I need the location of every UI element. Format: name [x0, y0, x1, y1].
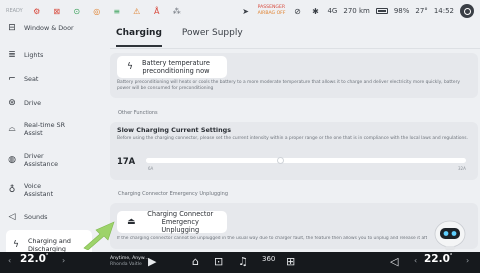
sidebar-item-seat[interactable]: ⌐ Seat: [6, 73, 92, 85]
slow-charging-title: Slow Charging Current Settings: [117, 126, 232, 134]
navigation-icon: ➤: [242, 6, 249, 16]
battery-icon: [375, 8, 388, 14]
slow-charging-description: Before using the charging connector, ple…: [117, 136, 468, 141]
sidebar-item-window-door[interactable]: ⊟ Window & Door: [6, 22, 92, 34]
right-temperature[interactable]: 22.0°: [424, 253, 452, 265]
seat-icon: ⌐: [8, 74, 16, 84]
no-phone-icon: ⊘: [294, 6, 301, 16]
battery-percent: 98%: [393, 7, 410, 15]
bottom-dock: ‹ 22.0° › Anytime, Anyw... Rhonda Vaitle…: [0, 252, 480, 273]
slider-thumb[interactable]: [276, 157, 284, 164]
emergency-unplugging-button[interactable]: ⏏ Charging Connector Emergency Unpluggin…: [117, 210, 227, 234]
left-temp-up-icon[interactable]: ›: [62, 256, 65, 265]
slider-min-label: 6A: [148, 166, 154, 171]
tab-charging[interactable]: Charging: [116, 28, 162, 47]
charging-current-slider[interactable]: [146, 157, 466, 164]
steering-wheel-icon: ⊛: [8, 98, 16, 108]
airbag-icon: Å: [153, 6, 160, 16]
charging-icon: ϟ: [127, 62, 133, 72]
status-bar: READY ⚙ ⊠ ⊙ ◎ ≡ ⚠ Å ⁂ ➤ PASSENGER AIRBAG…: [0, 0, 480, 22]
voice-icon: ♁: [8, 185, 16, 195]
play-icon[interactable]: ▶: [148, 255, 156, 268]
other-functions-label: Other Functions: [118, 110, 158, 116]
slider-max-label: 32A: [458, 166, 466, 171]
headlight-icon: ≡: [113, 6, 121, 16]
parking-icon: ⁂: [172, 6, 181, 16]
speaker-icon: ◁: [8, 212, 16, 222]
home-icon[interactable]: ⌂: [192, 255, 199, 268]
now-playing[interactable]: Anytime, Anyw... Rhonda Vaitle: [110, 256, 149, 268]
door-icon: ⊟: [8, 23, 16, 33]
emergency-unplugging-description: If the charging connector cannot be unpl…: [117, 236, 427, 241]
connector-icon: ⏏: [127, 217, 136, 227]
left-temp-down-icon[interactable]: ‹: [8, 256, 11, 265]
car-radar-icon: ⌓: [8, 124, 16, 134]
right-temp-up-icon[interactable]: ›: [466, 256, 469, 265]
clock: 14:52: [433, 7, 454, 15]
seatbelt-icon: ⚠: [133, 6, 141, 16]
bluetooth-icon: ✱: [312, 6, 319, 16]
outside-temperature: 27°: [415, 7, 428, 15]
tpms-icon: ◎: [93, 6, 101, 16]
sidebar-item-lights[interactable]: ≣ Lights: [6, 49, 92, 61]
battery-preconditioning-button[interactable]: ϟ Battery temperature preconditioning no…: [117, 56, 227, 78]
assistant-robot-icon[interactable]: [432, 219, 468, 251]
abs-icon: ⊙: [73, 6, 81, 16]
left-temperature[interactable]: 22.0°: [20, 253, 48, 265]
slider-fill: [146, 158, 281, 163]
sidebar-item-voice-assistant[interactable]: ♁ Voice Assistant: [6, 182, 92, 198]
sidebar-item-real-time-sr-assist[interactable]: ⌓ Real-time SR Assist: [6, 121, 92, 137]
music-icon[interactable]: ♫: [238, 255, 248, 268]
right-temp-down-icon[interactable]: ‹: [414, 256, 417, 265]
charging-tabs: Charging Power Supply: [116, 28, 243, 47]
sidebar-item-driver-assistance[interactable]: ◍ Driver Assistance: [6, 152, 92, 168]
warning-icon: ⊠: [53, 6, 61, 16]
volume-icon[interactable]: ◁: [390, 255, 398, 268]
pointer-arrow-icon: [83, 221, 115, 250]
signal-strength: 4G: [327, 7, 338, 15]
tab-divider: [110, 48, 480, 49]
car-icon[interactable]: ⊡: [214, 255, 223, 268]
battery-preconditioning-description: Battery preconditioning will heats or co…: [117, 80, 460, 91]
sidebar-item-drive[interactable]: ⊛ Drive: [6, 97, 92, 109]
emergency-unplugging-label: Charging Connector Emergency Unplugging: [118, 191, 228, 197]
edge-label: READY: [6, 8, 23, 14]
engine-warning-icon: ⚙: [33, 6, 41, 16]
charging-current-value: 17A: [117, 156, 136, 166]
range-readout: 270 km: [343, 7, 370, 15]
driver-assistance-icon: ◍: [8, 155, 16, 165]
charging-icon: ϟ: [13, 240, 19, 250]
360-view-icon[interactable]: 360: [262, 255, 275, 263]
headlight-icon: ≣: [8, 50, 16, 60]
passenger-airbag-status: PASSENGER AIRBAG OFF: [257, 5, 286, 16]
apps-grid-icon[interactable]: ⊞: [286, 255, 295, 268]
tab-power-supply[interactable]: Power Supply: [182, 28, 243, 44]
power-icon[interactable]: [460, 4, 474, 18]
